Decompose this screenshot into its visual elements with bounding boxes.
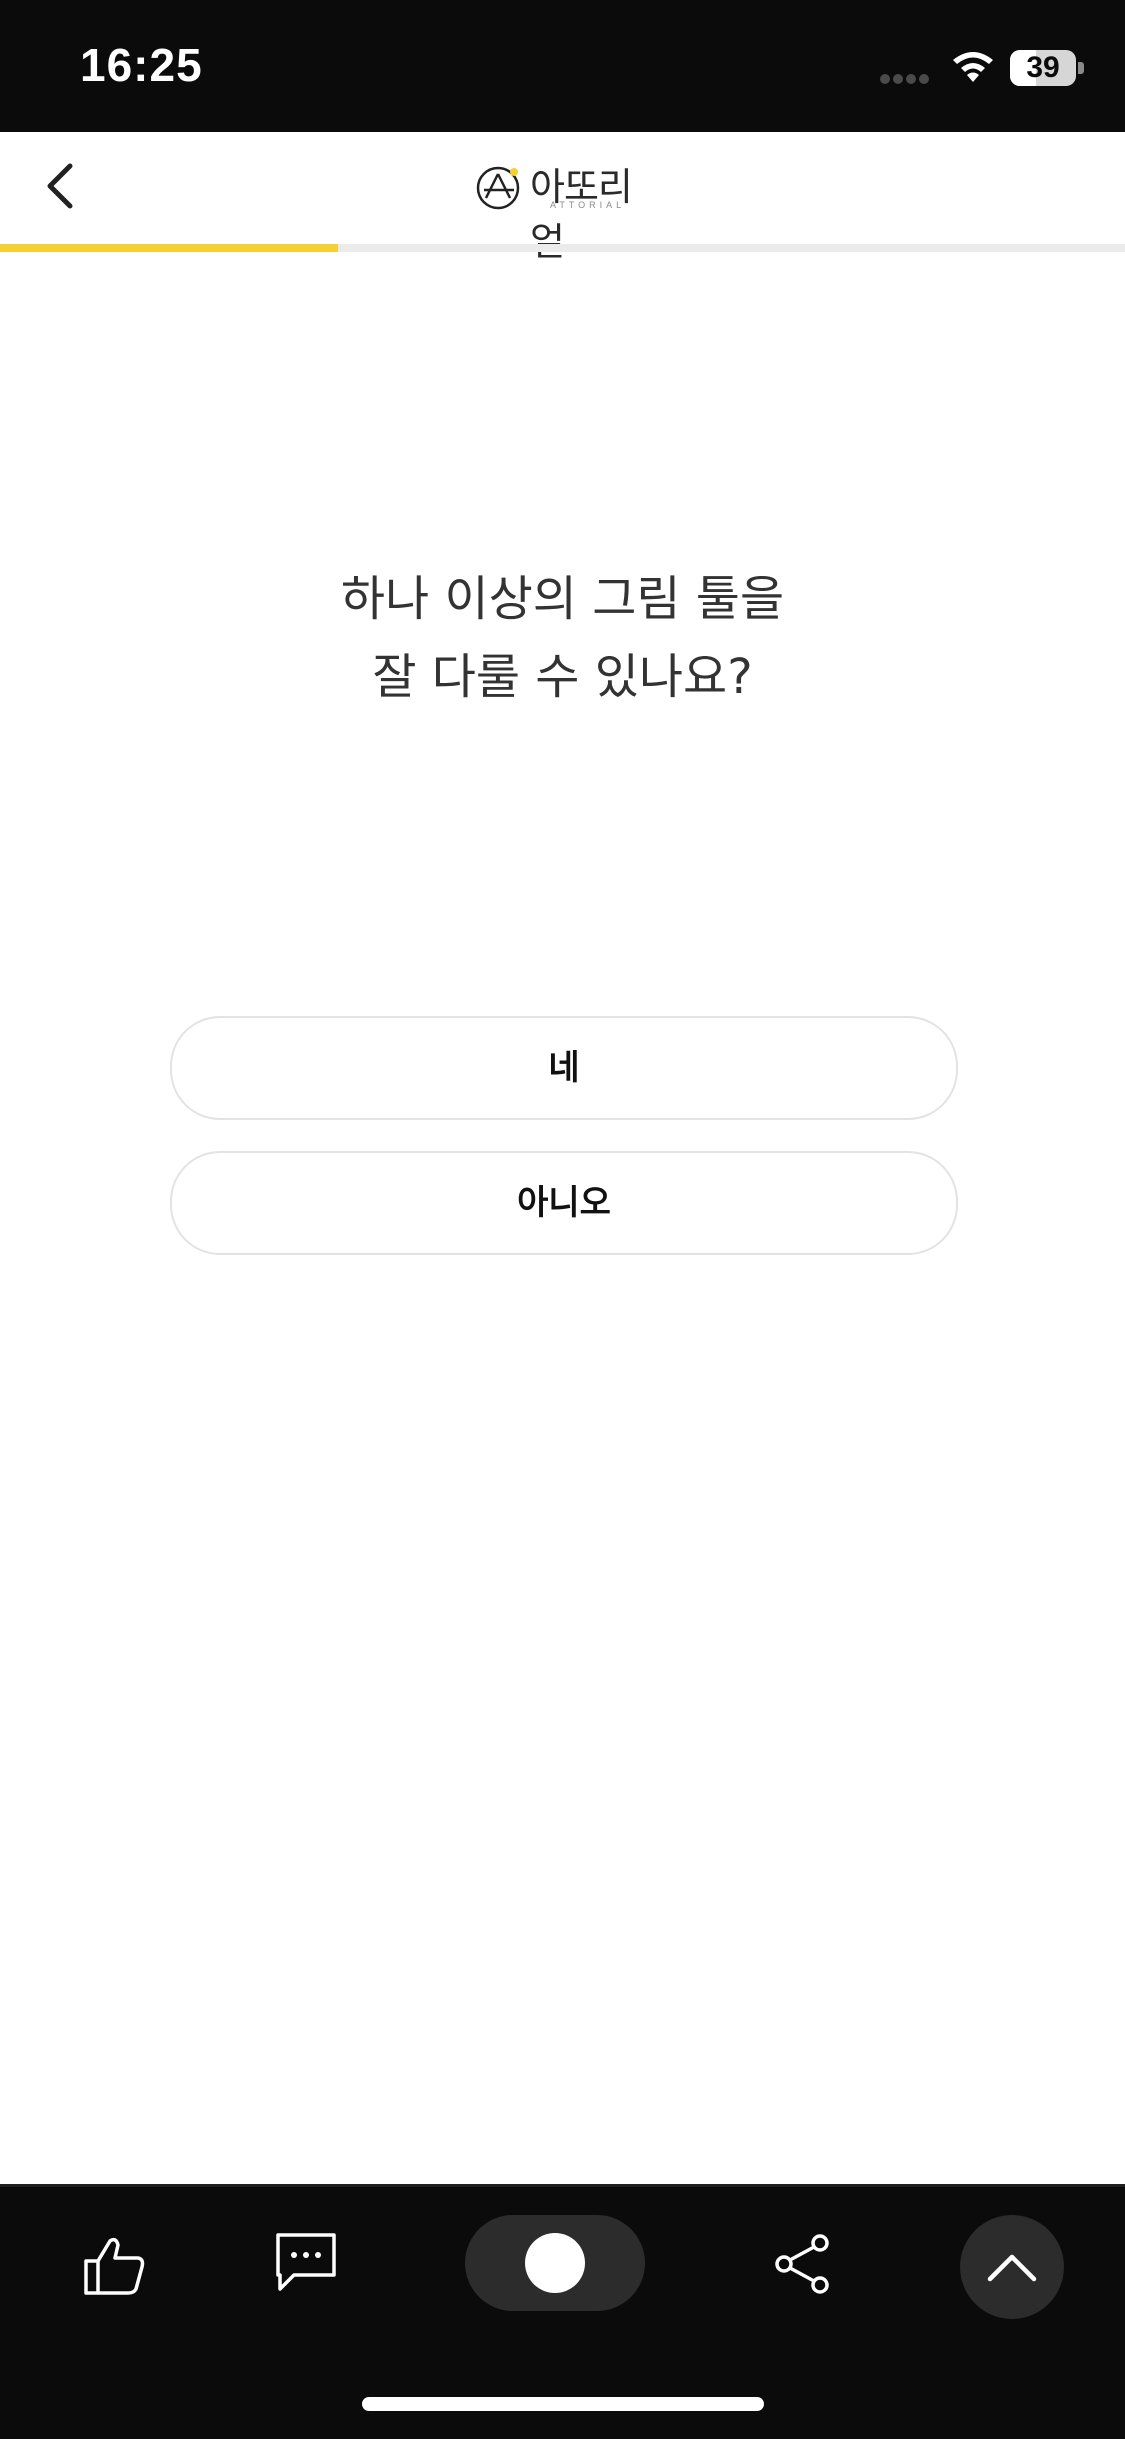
- logo-mark-icon: [476, 166, 520, 210]
- signal-dots-icon: [880, 74, 934, 84]
- header: 아또리얼 ATTORIAL: [0, 132, 1125, 264]
- wifi-icon: [953, 52, 993, 82]
- chevron-left-icon: [47, 163, 73, 209]
- status-time: 16:25: [80, 39, 203, 91]
- question-text: 하나 이상의 그림 툴을 잘 다룰 수 있나요?: [0, 560, 1125, 716]
- thumbs-up-icon[interactable]: [80, 2231, 150, 2301]
- battery-icon: 39: [1010, 50, 1076, 86]
- battery-percentage: 39: [1026, 51, 1060, 84]
- question-line-1: 하나 이상의 그림 툴을: [340, 571, 785, 627]
- toggle-switch[interactable]: [465, 2215, 645, 2311]
- battery-cap: [1078, 62, 1084, 74]
- chevron-up-icon: [987, 2254, 1037, 2282]
- back-button[interactable]: [30, 150, 94, 222]
- question-line-2: 잘 다룰 수 있나요?: [372, 649, 753, 705]
- comment-icon[interactable]: [272, 2229, 342, 2297]
- progress-fill: [0, 244, 338, 252]
- home-indicator: [362, 2397, 764, 2411]
- app-logo: 아또리얼 ATTORIAL: [474, 156, 654, 264]
- toggle-knob: [525, 2233, 585, 2293]
- no-button[interactable]: 아니오: [170, 1151, 958, 1255]
- status-bar: 16:25 39: [0, 0, 1125, 132]
- scroll-top-button[interactable]: [960, 2215, 1064, 2319]
- logo-subtext: ATTORIAL: [550, 200, 626, 210]
- share-icon[interactable]: [770, 2231, 836, 2297]
- yes-button[interactable]: 네: [170, 1016, 958, 1120]
- progress-bar: [0, 244, 1125, 252]
